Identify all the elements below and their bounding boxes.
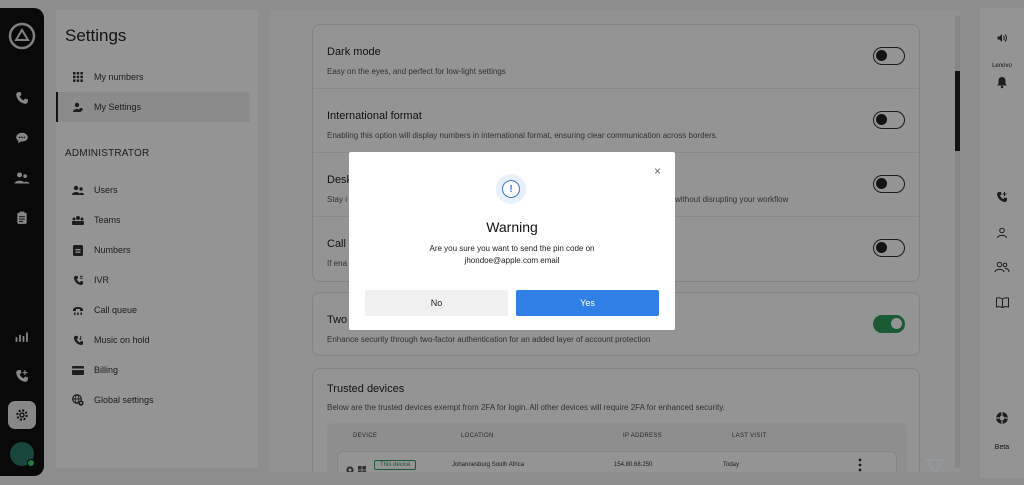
- close-icon[interactable]: ×: [654, 164, 661, 178]
- dialog-email: jhondoe@apple.com email: [464, 256, 560, 265]
- watermark-icon: [925, 458, 945, 474]
- dialog-message: Are you sure you want to send the pin co…: [349, 243, 675, 267]
- dialog-title: Warning: [486, 219, 538, 235]
- no-button[interactable]: No: [365, 290, 508, 316]
- warning-glyph: !: [502, 180, 520, 198]
- warning-dialog: × ! Warning Are you sure you want to sen…: [349, 152, 675, 330]
- warning-icon: !: [496, 174, 526, 204]
- dialog-message-line: Are you sure you want to send the pin co…: [429, 244, 595, 253]
- yes-button[interactable]: Yes: [516, 290, 659, 316]
